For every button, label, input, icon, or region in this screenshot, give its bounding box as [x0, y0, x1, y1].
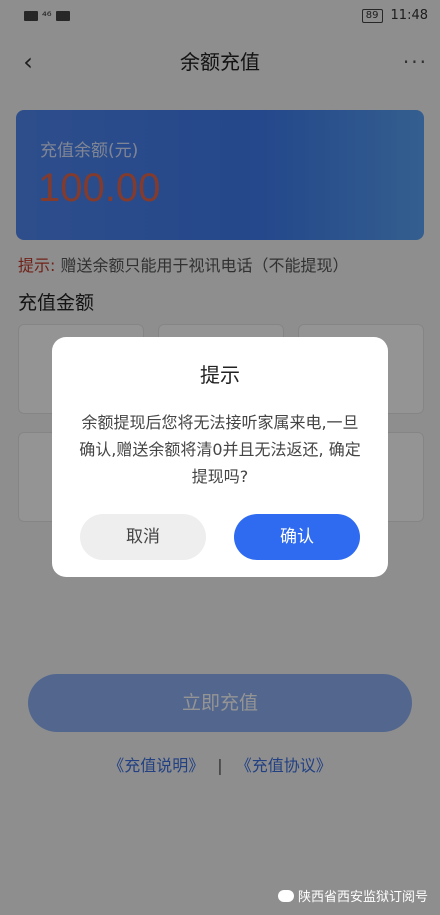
confirm-button[interactable]: 确认 — [234, 514, 360, 560]
withdraw-confirm-dialog: 提示 余额提现后您将无法接听家属来电,一旦确认,赠送余额将清0并且无法返还, 确… — [52, 337, 388, 577]
wechat-icon — [277, 889, 294, 902]
dialog-message: 余额提现后您将无法接听家属来电,一旦确认,赠送余额将清0并且无法返还, 确定提现… — [79, 413, 361, 486]
dialog-title: 提示 — [200, 363, 240, 387]
watermark-text: 陕西省西安监狱订阅号 — [297, 890, 428, 905]
watermark: 陕西省西安监狱订阅号 — [277, 886, 428, 905]
recharge-page: ⁴⁶ 89 11:48 ‹ 余额充值 ··· 充值余额(元) 100.00 提示… — [0, 0, 440, 915]
cancel-button[interactable]: 取消 — [80, 514, 206, 560]
